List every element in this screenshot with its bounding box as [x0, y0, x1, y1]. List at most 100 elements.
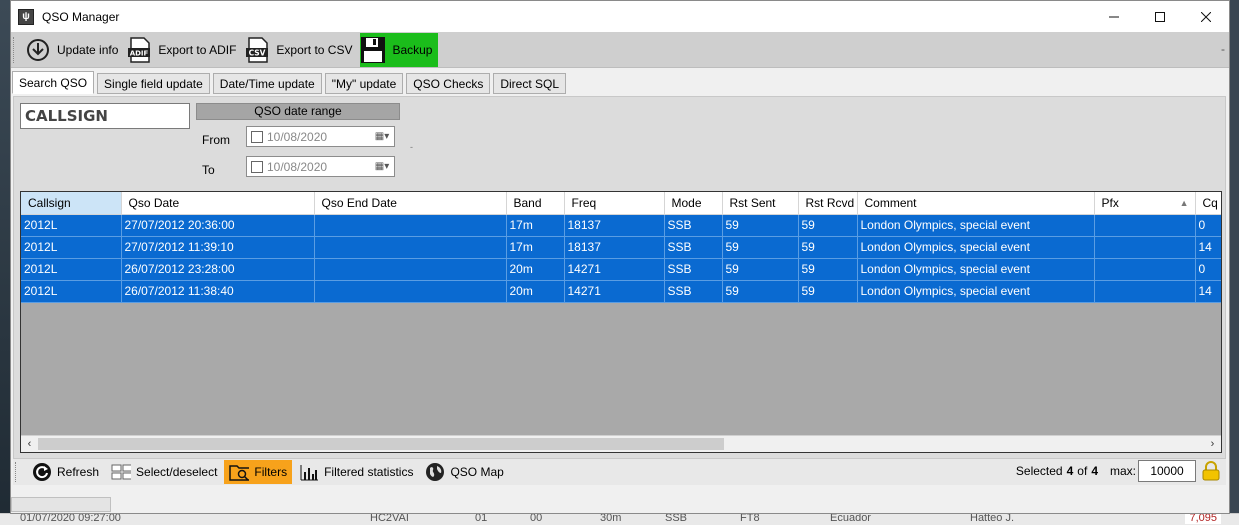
table-cell[interactable]: 2012L: [21, 236, 122, 259]
to-date-checkbox[interactable]: [251, 160, 263, 173]
table-cell[interactable]: London Olympics, special event: [857, 236, 1095, 259]
table-cell[interactable]: London Olympics, special event: [857, 214, 1095, 237]
column-header-callsign[interactable]: Callsign: [21, 192, 122, 215]
table-row[interactable]: 2012L 27/07/2012 11:39:10 17m 18137 SSB 59 59 L…: [21, 236, 1221, 259]
table-cell[interactable]: 2012L: [21, 214, 122, 237]
table-row[interactable]: 2012L 27/07/2012 20:36:00 17m 18137 SSB 59 59 L…: [21, 214, 1221, 237]
table-cell[interactable]: 27/07/2012 11:39:10: [121, 236, 315, 259]
scrollbar-thumb[interactable]: [38, 438, 724, 450]
table-cell[interactable]: 14271: [564, 258, 665, 281]
from-date-checkbox[interactable]: [251, 130, 263, 143]
bottom-toolbar-grip[interactable]: [15, 462, 19, 482]
close-button[interactable]: [1183, 1, 1229, 32]
refresh-button[interactable]: Refresh: [27, 460, 104, 484]
table-cell[interactable]: 17m: [506, 214, 565, 237]
toolbar-overflow[interactable]: -: [1221, 42, 1225, 56]
column-header-label: Callsign: [28, 195, 71, 210]
table-cell[interactable]: [1094, 214, 1196, 237]
table-cell[interactable]: 2012L: [21, 280, 122, 303]
table-cell[interactable]: [314, 214, 507, 237]
table-cell[interactable]: [1094, 258, 1196, 281]
main-toolbar: Update info ADIF Export to ADIF CSV Expo…: [11, 32, 1229, 68]
column-header-band[interactable]: Band: [506, 192, 565, 215]
table-cell[interactable]: SSB: [664, 280, 723, 303]
calendar-dropdown-icon[interactable]: ▦▾: [370, 131, 394, 142]
table-cell[interactable]: 26/07/2012 11:38:40: [121, 280, 315, 303]
table-cell[interactable]: 59: [798, 258, 858, 281]
export-adif-button[interactable]: ADIF Export to ADIF: [126, 33, 240, 67]
table-cell[interactable]: 18137: [564, 236, 665, 259]
table-cell[interactable]: [314, 258, 507, 281]
to-date-picker[interactable]: 10/08/2020 ▦▾: [246, 156, 395, 177]
column-header-comment[interactable]: Comment: [857, 192, 1095, 215]
qso-results-grid[interactable]: Callsign Qso Date Qso End Date Band Freq Mode…: [20, 191, 1222, 453]
tab-date-time-update[interactable]: Date/Time update: [212, 73, 322, 94]
table-cell[interactable]: SSB: [664, 258, 723, 281]
table-cell[interactable]: 59: [798, 236, 858, 259]
column-header-cq[interactable]: Cq: [1195, 192, 1221, 215]
table-cell[interactable]: 2012L: [21, 258, 122, 281]
to-date-value: 10/08/2020: [267, 159, 328, 174]
filters-button[interactable]: Filters: [224, 460, 293, 484]
table-cell[interactable]: London Olympics, special event: [857, 280, 1095, 303]
table-cell[interactable]: 59: [722, 258, 799, 281]
table-cell[interactable]: 59: [722, 236, 799, 259]
max-records-input[interactable]: 10000: [1138, 460, 1196, 482]
table-cell[interactable]: 26/07/2012 23:28:00: [121, 258, 315, 281]
tab-qso-checks[interactable]: QSO Checks: [406, 73, 491, 94]
column-header-rst-sent[interactable]: Rst Sent: [722, 192, 799, 215]
table-cell[interactable]: 18137: [564, 214, 665, 237]
column-header-qso-end-date[interactable]: Qso End Date: [314, 192, 507, 215]
table-cell[interactable]: [314, 280, 507, 303]
table-cell[interactable]: 59: [722, 214, 799, 237]
qso-manager-window: ψ QSO Manager Update info ADIF Export to…: [10, 0, 1230, 514]
table-cell[interactable]: 59: [798, 280, 858, 303]
range-tick: -: [410, 142, 413, 152]
column-header-freq[interactable]: Freq: [564, 192, 665, 215]
table-cell[interactable]: 59: [722, 280, 799, 303]
table-row[interactable]: 2012L 26/07/2012 23:28:00 20m 14271 SSB 59 59 L…: [21, 258, 1221, 281]
qso-map-button[interactable]: QSO Map: [420, 460, 508, 484]
scroll-left-icon[interactable]: ‹: [21, 436, 38, 452]
table-cell[interactable]: 0: [1195, 258, 1221, 281]
tab-direct-sql[interactable]: Direct SQL: [493, 73, 567, 94]
table-cell[interactable]: [1094, 280, 1196, 303]
select-deselect-button[interactable]: Select/deselect: [106, 460, 222, 484]
toolbar-grip[interactable]: [13, 36, 17, 63]
update-info-button[interactable]: Update info: [25, 33, 122, 67]
column-header-pfx[interactable]: Pfx ▲: [1094, 192, 1196, 215]
table-cell[interactable]: 59: [798, 214, 858, 237]
tab-single-field-update[interactable]: Single field update: [97, 73, 210, 94]
tab-search-qso[interactable]: Search QSO: [12, 71, 95, 94]
table-row[interactable]: 2012L 26/07/2012 11:38:40 20m 14271 SSB 59 59 L…: [21, 280, 1221, 303]
table-cell[interactable]: London Olympics, special event: [857, 258, 1095, 281]
from-date-picker[interactable]: 10/08/2020 ▦▾: [246, 126, 395, 147]
table-cell[interactable]: 20m: [506, 280, 565, 303]
table-cell[interactable]: 14: [1195, 280, 1221, 303]
table-cell[interactable]: SSB: [664, 236, 723, 259]
table-cell[interactable]: SSB: [664, 214, 723, 237]
table-cell[interactable]: 20m: [506, 258, 565, 281]
column-header-mode[interactable]: Mode: [664, 192, 723, 215]
column-header-qso-date[interactable]: Qso Date: [121, 192, 315, 215]
title-bar[interactable]: ψ QSO Manager: [11, 1, 1229, 32]
filtered-statistics-button[interactable]: Filtered statistics: [294, 460, 418, 484]
table-cell[interactable]: 0: [1195, 214, 1221, 237]
calendar-dropdown-icon[interactable]: ▦▾: [370, 161, 394, 172]
column-header-rst-rcvd[interactable]: Rst Rcvd: [798, 192, 858, 215]
lock-icon[interactable]: [1202, 461, 1220, 481]
table-cell[interactable]: 14: [1195, 236, 1221, 259]
table-cell[interactable]: 14271: [564, 280, 665, 303]
minimize-button[interactable]: [1091, 1, 1137, 32]
table-cell[interactable]: [1094, 236, 1196, 259]
table-cell[interactable]: [314, 236, 507, 259]
export-csv-button[interactable]: CSV Export to CSV: [244, 33, 356, 67]
table-cell[interactable]: 17m: [506, 236, 565, 259]
tab-my-update[interactable]: "My" update: [324, 73, 404, 94]
scroll-right-icon[interactable]: ›: [1204, 436, 1221, 452]
horizontal-scrollbar[interactable]: ‹ ›: [21, 435, 1221, 452]
callsign-input[interactable]: CALLSIGN: [20, 103, 190, 129]
maximize-button[interactable]: [1137, 1, 1183, 32]
table-cell[interactable]: 27/07/2012 20:36:00: [121, 214, 315, 237]
backup-button[interactable]: Backup: [360, 32, 439, 67]
